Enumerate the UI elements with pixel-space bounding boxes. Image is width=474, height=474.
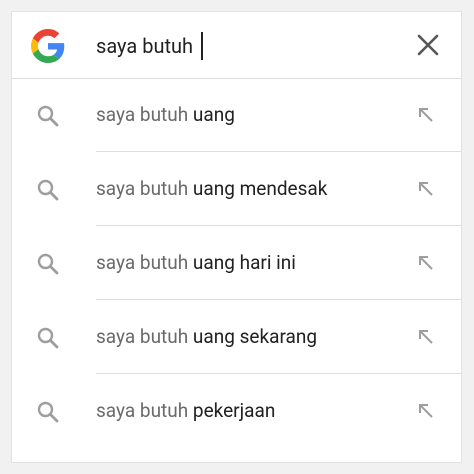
google-logo-icon — [31, 29, 65, 63]
suggestion-text: saya butuh uang — [96, 78, 235, 152]
close-icon[interactable] — [415, 32, 441, 58]
search-suggestions-panel: saya butuh saya butuh uang saya butuh ua… — [11, 11, 462, 463]
suggestion-item[interactable]: saya butuh uang mendesak — [12, 152, 461, 226]
suggestion-text: saya butuh uang mendesak — [96, 152, 327, 226]
suggestion-item[interactable]: saya butuh uang — [12, 78, 461, 152]
suggestion-prefix: saya butuh — [96, 177, 193, 200]
suggestion-item[interactable]: saya butuh pekerjaan — [12, 374, 461, 448]
suggestion-item[interactable]: saya butuh uang hari ini — [12, 226, 461, 300]
suggestion-completion: pekerjaan — [192, 399, 276, 422]
text-cursor — [201, 31, 204, 60]
arrow-up-left-icon[interactable] — [416, 401, 436, 421]
search-icon — [37, 401, 59, 423]
search-icon — [37, 327, 59, 349]
search-query-text: saya butuh — [96, 34, 194, 58]
search-icon — [37, 105, 59, 127]
suggestion-item[interactable]: saya butuh uang sekarang — [12, 300, 461, 374]
suggestion-prefix: saya butuh — [96, 325, 193, 348]
suggestion-text: saya butuh uang hari ini — [96, 226, 296, 300]
search-icon — [37, 253, 59, 275]
suggestion-completion: uang hari ini — [192, 251, 296, 274]
suggestion-prefix: saya butuh — [96, 251, 193, 274]
arrow-up-left-icon[interactable] — [416, 179, 436, 199]
search-bar: saya butuh — [12, 12, 461, 79]
suggestion-text: saya butuh uang sekarang — [96, 300, 317, 374]
search-icon — [37, 179, 59, 201]
arrow-up-left-icon[interactable] — [416, 105, 436, 125]
search-input[interactable]: saya butuh — [96, 29, 204, 63]
suggestion-list: saya butuh uang saya butuh uang mendesak — [12, 78, 461, 448]
arrow-up-left-icon[interactable] — [416, 327, 436, 347]
arrow-up-left-icon[interactable] — [416, 253, 436, 273]
suggestion-completion: uang mendesak — [192, 177, 328, 200]
suggestion-prefix: saya butuh — [96, 399, 193, 422]
suggestion-text: saya butuh pekerjaan — [96, 374, 275, 448]
suggestion-completion: uang — [192, 103, 235, 126]
suggestion-prefix: saya butuh — [96, 103, 193, 126]
suggestion-completion: uang sekarang — [192, 325, 318, 348]
